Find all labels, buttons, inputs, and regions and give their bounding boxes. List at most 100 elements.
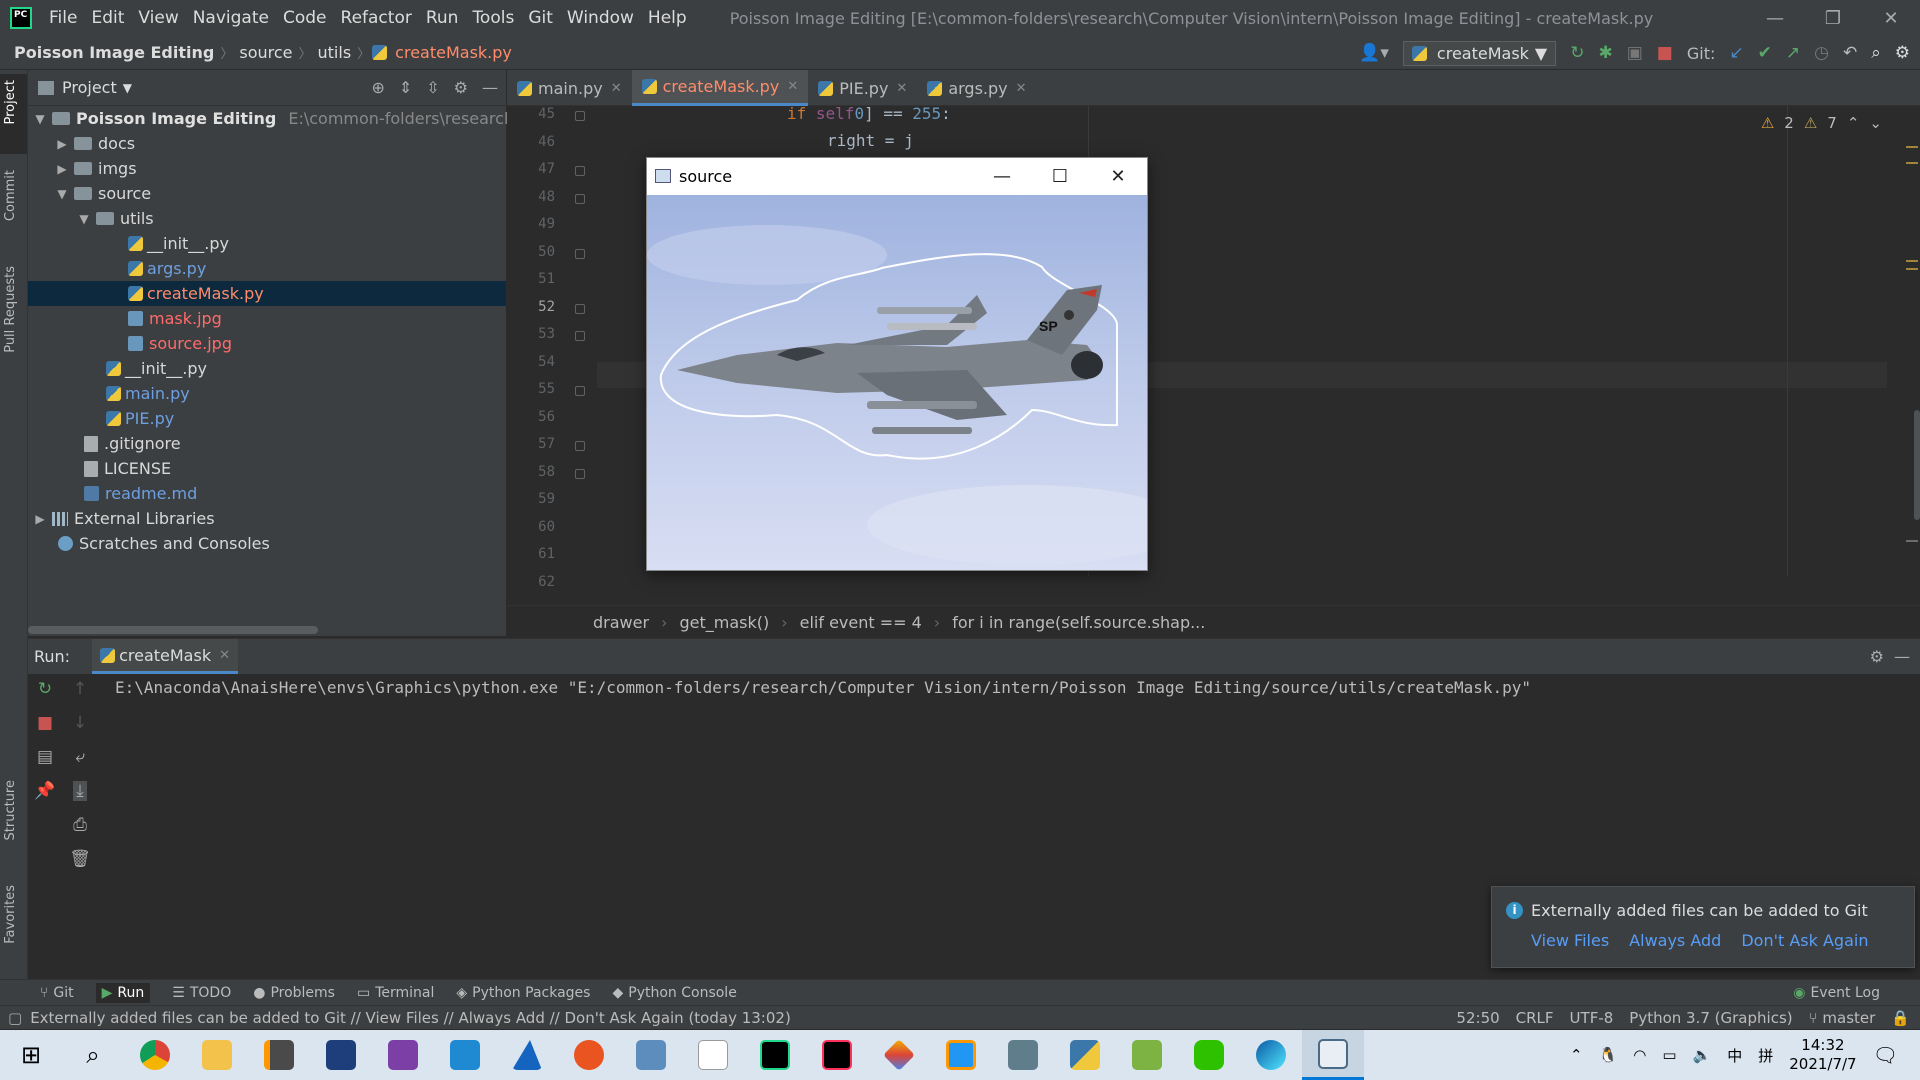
fold-marker-icon[interactable] [575,386,585,396]
line-number[interactable]: 61 [507,546,555,562]
tool-tab-commit[interactable]: Commit [3,170,18,221]
git-update-icon[interactable]: ↙ [1729,43,1743,63]
tab-args-py[interactable]: args.py ✕ [917,70,1036,106]
git-push-icon[interactable]: ↗ [1786,43,1800,63]
lock-icon[interactable]: 🔒 [1891,1009,1910,1027]
line-number[interactable]: 54 [507,354,555,370]
line-number[interactable]: 62 [507,574,555,590]
tree-item-gitignore[interactable]: .gitignore [84,431,181,456]
code-crumb-get-mask[interactable]: get_mask() [679,613,769,632]
code-crumb-for[interactable]: for i in range(self.source.shap... [952,613,1205,632]
taskbar-intellij[interactable] [806,1030,868,1080]
fold-marker-icon[interactable] [575,303,585,314]
tree-item-args[interactable]: args.py [128,256,206,281]
chevron-down-icon[interactable]: ▼ [123,81,132,95]
taskbar-devcpp[interactable] [310,1030,372,1080]
opencv-source-window[interactable]: source — ☐ ✕ SP [646,157,1187,571]
taskbar-typora[interactable] [682,1030,744,1080]
error-stripe-marker[interactable] [1906,162,1918,164]
line-number[interactable]: 49 [507,216,555,232]
error-stripe-marker[interactable] [1906,260,1918,262]
tool-tab-favorites[interactable]: Favorites [3,885,18,944]
user-icon[interactable]: 👤▾ [1359,43,1389,63]
qq-icon[interactable]: 🐧 [1599,1046,1618,1064]
caret-position[interactable]: 52:50 [1456,1009,1499,1027]
breadcrumb-file[interactable]: createMask.py [391,43,516,62]
menu-refactor[interactable]: Refactor [334,0,419,36]
dont-ask-again-link[interactable]: Don't Ask Again [1741,931,1868,950]
menu-file[interactable]: File [42,0,84,36]
locate-icon[interactable]: ⊕ [371,78,384,97]
error-stripe-marker[interactable] [1906,146,1918,148]
tool-button-python-console[interactable]: ◆ Python Console [612,985,736,1001]
input-mode-indicator[interactable]: 拼 [1758,1045,1773,1066]
tool-button-todo[interactable]: ☰ TODO [172,985,231,1001]
stop-icon[interactable]: ■ [37,713,53,733]
tool-tab-structure[interactable]: Structure [3,780,18,840]
taskbar-app-gray[interactable] [992,1030,1054,1080]
tree-item-scratches[interactable]: Scratches and Consoles [58,531,270,556]
soft-wrap-icon[interactable]: ⤶ [75,747,85,767]
taskbar-app-diamond[interactable] [868,1030,930,1080]
line-separator[interactable]: CRLF [1516,1009,1554,1027]
hide-icon[interactable]: — [1894,647,1910,666]
taskbar-explorer[interactable] [186,1030,248,1080]
chevron-down-icon[interactable]: ⌄ [1869,114,1882,132]
volume-icon[interactable]: 🔈 [1693,1046,1712,1064]
tree-item-external-libraries[interactable]: ▶ External Libraries [32,506,214,531]
view-files-link[interactable]: View Files [1531,931,1609,950]
git-branch-status[interactable]: ⑂ master [1809,1009,1876,1027]
menu-tools[interactable]: Tools [465,0,521,36]
fold-marker-icon[interactable] [575,468,585,479]
rerun-icon[interactable]: ↻ [1570,43,1584,63]
taskbar-opencv-window[interactable] [1302,1030,1364,1080]
line-number[interactable]: 46 [507,134,555,150]
search-button[interactable]: ⌕ [62,1030,124,1080]
taskbar-pycharm[interactable] [744,1030,806,1080]
tree-item-utils-init[interactable]: __init__.py [128,231,229,256]
line-number[interactable]: 59 [507,491,555,507]
wifi-icon[interactable]: ◠ [1633,1046,1646,1064]
layout-icon[interactable]: ▤ [37,747,53,767]
fold-marker-icon[interactable] [575,441,585,451]
chevron-up-icon[interactable]: ⌃ [1847,114,1860,132]
print-icon[interactable]: ⎙ [73,815,87,835]
taskbar-sublime[interactable] [248,1030,310,1080]
fold-marker-icon[interactable] [575,331,585,341]
tree-item-createmask[interactable]: createMask.py [28,281,506,306]
clock[interactable]: 14:32 2021/7/7 [1789,1036,1856,1074]
line-number[interactable]: 48 [507,189,555,205]
settings-gear-icon[interactable]: ⚙ [1895,43,1910,63]
fold-marker-icon[interactable] [575,248,585,259]
menu-window[interactable]: Window [560,0,641,36]
taskbar-visual-studio[interactable] [372,1030,434,1080]
close-tab-icon[interactable]: ✕ [219,648,230,663]
line-number[interactable]: 52 [507,299,555,315]
tree-item-source[interactable]: ▼ source [54,181,151,206]
status-square-icon[interactable]: ▢ [8,1009,22,1027]
taskbar-app-green[interactable] [1116,1030,1178,1080]
line-number[interactable]: 53 [507,326,555,342]
vertical-scrollbar[interactable] [1914,410,1920,520]
taskbar-app-orange[interactable] [930,1030,992,1080]
arrow-up-icon[interactable]: ↑ [73,679,87,699]
search-icon[interactable]: ⌕ [1871,43,1881,63]
error-stripe-marker[interactable] [1906,268,1918,270]
tree-item-imgs[interactable]: ▶ imgs [54,156,136,181]
code-crumb-elif[interactable]: elif event == 4 [800,613,922,632]
project-panel-title[interactable]: Project [62,78,117,97]
rollback-icon[interactable]: ↶ [1843,43,1857,63]
fold-marker-icon[interactable] [575,193,585,204]
line-number[interactable]: 50 [507,244,555,260]
tab-main-py[interactable]: main.py ✕ [507,70,632,106]
line-number[interactable]: 60 [507,519,555,535]
chevron-up-icon[interactable]: ⌃ [1570,1046,1583,1064]
trash-icon[interactable]: 🗑 [69,849,91,869]
expand-all-icon[interactable]: ⇕ [399,78,412,97]
error-stripe-marker[interactable] [1906,540,1918,542]
tree-item-license[interactable]: LICENSE [84,456,171,481]
battery-icon[interactable]: ▭ [1662,1046,1676,1064]
menu-code[interactable]: Code [276,0,334,36]
tree-item-source-jpg[interactable]: source.jpg [128,331,232,356]
tree-item-main[interactable]: main.py [106,381,190,406]
